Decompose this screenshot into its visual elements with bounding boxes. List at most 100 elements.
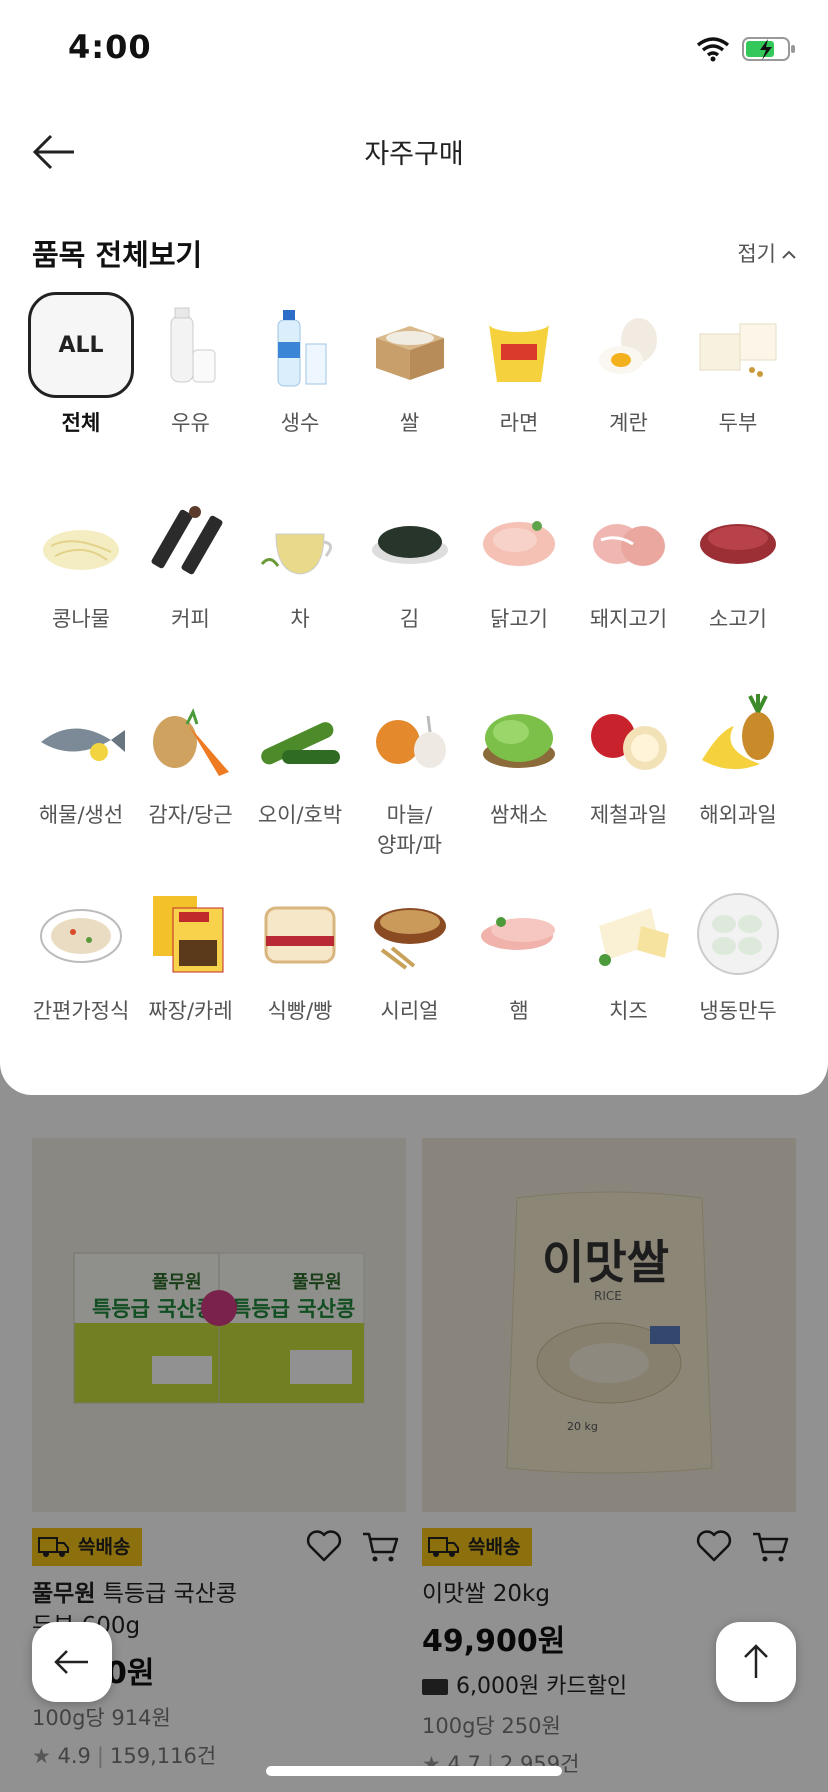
category-item[interactable]: 쌈채소 (464, 684, 574, 830)
battery-icon (742, 37, 795, 61)
category-item[interactable]: 해외과일 (683, 684, 793, 830)
category-label: 햄 (509, 999, 529, 1023)
water-icon (252, 298, 348, 394)
cereal-icon (362, 886, 458, 982)
category-label: 식빵/빵 (267, 999, 333, 1023)
category-label: 생수 (280, 411, 320, 435)
category-label: 해물/생선 (38, 803, 124, 827)
category-label: 제철과일 (589, 803, 668, 827)
home-indicator (266, 1766, 562, 1776)
category-label: 감자/당근 (148, 803, 233, 827)
meal-plate-icon (33, 886, 129, 982)
category-label: 커피 (171, 607, 210, 631)
category-label: 계란 (609, 411, 648, 435)
category-label: 짜장/카레 (148, 999, 233, 1023)
beef-icon (690, 494, 786, 590)
category-item[interactable]: 생수 (245, 292, 355, 438)
category-label: 돼지고기 (589, 607, 668, 631)
egg-icon (581, 298, 677, 394)
category-label: 차 (290, 607, 310, 631)
category-item[interactable]: 햄 (464, 880, 574, 1026)
tea-icon (252, 494, 348, 590)
category-item[interactable]: 해물/생선 (26, 684, 136, 830)
category-label: 냉동만두 (699, 999, 777, 1023)
category-label: 소고기 (709, 607, 767, 631)
dumpling-icon (690, 886, 786, 982)
category-item[interactable]: 시리얼 (355, 880, 465, 1026)
garlic-onion-icon (362, 690, 458, 786)
category-item[interactable]: 제철과일 (574, 684, 684, 830)
category-label: 오이/호박 (257, 803, 343, 827)
back-floating-button[interactable] (32, 1622, 112, 1702)
category-label: 닭고기 (490, 607, 548, 631)
arrow-left-icon (54, 1650, 88, 1674)
category-item[interactable]: 소고기 (683, 488, 793, 634)
category-label: 쌈채소 (490, 803, 548, 827)
section-header: 품목 전체보기 접기 (32, 228, 796, 276)
category-item[interactable]: 우유 (136, 292, 246, 438)
chevron-up-icon (782, 250, 796, 259)
category-item[interactable]: 냉동만두 (683, 880, 793, 1026)
category-item[interactable]: 짜장/카레 (136, 880, 246, 1026)
bean-sprout-icon (33, 494, 129, 590)
category-item[interactable]: 김 (355, 488, 465, 634)
category-grid: ALL 전체 우유 생수 쌀 라면 계란 두부콩나물 커피 차 김 닭고기 돼지고기 소고기해물/생선 감자… (26, 292, 816, 1076)
category-label: 마늘/ 양파/파 (376, 803, 443, 857)
rice-icon (362, 298, 458, 394)
lettuce-icon (471, 690, 567, 786)
category-item[interactable]: 콩나물 (26, 488, 136, 634)
scroll-top-button[interactable] (716, 1622, 796, 1702)
section-title: 품목 전체보기 (32, 238, 203, 272)
ham-icon (471, 886, 567, 982)
category-item[interactable]: 식빵/빵 (245, 880, 355, 1026)
category-row: ALL 전체 우유 생수 쌀 라면 계란 두부 (26, 292, 816, 488)
category-item[interactable]: 치즈 (574, 880, 684, 1026)
pork-icon (581, 494, 677, 590)
category-item[interactable]: 커피 (136, 488, 246, 634)
category-label: 라면 (499, 411, 539, 435)
category-item[interactable]: ALL 전체 (26, 292, 136, 438)
category-label: 두부 (718, 411, 758, 435)
category-label: 쌀 (399, 411, 420, 435)
category-label: 콩나물 (52, 607, 110, 631)
cucumber-icon (252, 690, 348, 786)
category-item[interactable]: 간편가정식 (26, 880, 136, 1026)
potato-carrot-icon (143, 690, 239, 786)
milk-icon (143, 298, 239, 394)
category-item[interactable]: 쌀 (355, 292, 465, 438)
arrow-up-icon (744, 1644, 768, 1678)
category-row: 해물/생선 감자/당근 오이/호박 마늘/ 양파/파 쌈채소 제철과일 해외과일 (26, 684, 816, 880)
page-title: 자주구매 (364, 139, 464, 170)
coffee-icon (143, 494, 239, 590)
category-row: 콩나물 커피 차 김 닭고기 돼지고기 소고기 (26, 488, 816, 684)
wifi-icon (696, 37, 730, 62)
fold-button[interactable]: 접기 (737, 238, 796, 268)
category-item[interactable]: 차 (245, 488, 355, 634)
nav-bar: 자주구매 (0, 112, 828, 192)
category-item[interactable]: 돼지고기 (574, 488, 684, 634)
category-label: 해외과일 (699, 803, 777, 827)
cheese-icon (581, 886, 677, 982)
category-item[interactable]: 라면 (464, 292, 574, 438)
category-item[interactable]: 마늘/ 양파/파 (355, 684, 465, 860)
seaweed-icon (362, 494, 458, 590)
ramen-icon (471, 298, 567, 394)
chicken-icon (471, 494, 567, 590)
category-item[interactable]: 오이/호박 (245, 684, 355, 830)
tofu-icon (690, 298, 786, 394)
category-label: 시리얼 (380, 999, 439, 1023)
category-item[interactable]: 감자/당근 (136, 684, 246, 830)
category-item[interactable]: 계란 (574, 292, 684, 438)
banana-pineapple-icon (690, 690, 786, 786)
fish-icon (33, 690, 129, 786)
category-label: 김 (399, 607, 420, 631)
all-icon: ALL (28, 292, 134, 398)
category-label: 간편가정식 (32, 999, 130, 1023)
curry-box-icon (143, 886, 239, 982)
status-bar: 4:00 (0, 0, 828, 100)
clock: 4:00 (68, 28, 152, 66)
category-item[interactable]: 두부 (683, 292, 793, 438)
category-label: 전체 (61, 411, 101, 435)
category-item[interactable]: 닭고기 (464, 488, 574, 634)
category-row: 간편가정식 짜장/카레 식빵/빵 시리얼 햄 치즈 냉동만두 (26, 880, 816, 1076)
